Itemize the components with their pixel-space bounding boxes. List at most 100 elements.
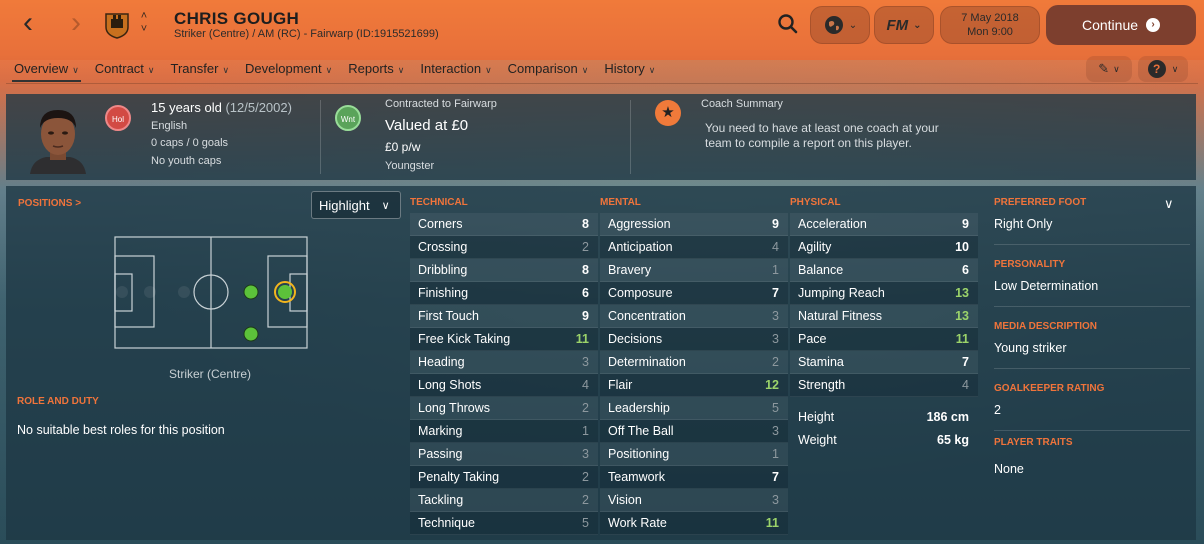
fm-menu-button[interactable]: FM ⌄: [874, 6, 934, 44]
attribute-name: Marking: [418, 424, 463, 438]
attribute-row[interactable]: Determination 2: [600, 351, 788, 374]
attribute-name: Dribbling: [418, 263, 468, 277]
chevron-down-icon[interactable]: ˅: [137, 23, 151, 36]
age: 15 years old: [151, 100, 222, 115]
attribute-row[interactable]: Finishing 6: [410, 282, 598, 305]
tab-history[interactable]: History ∨: [596, 56, 663, 84]
attribute-name: Pace: [798, 332, 827, 346]
attribute-row[interactable]: Technique 5: [410, 512, 598, 535]
help-menu-button[interactable]: ? ∨: [1138, 56, 1188, 82]
attribute-name: Finishing: [418, 286, 469, 300]
coach-summary-title: Coach Summary: [701, 98, 783, 110]
attribute-row[interactable]: Work Rate 11: [600, 512, 788, 535]
world-menu-button[interactable]: ⌄: [810, 6, 870, 44]
attribute-name: Jumping Reach: [798, 286, 885, 300]
chevron-up-icon[interactable]: ˄: [137, 10, 151, 23]
attribute-row[interactable]: Dribbling 8: [410, 259, 598, 282]
tab-reports[interactable]: Reports ∨: [340, 56, 412, 84]
attribute-value: 1: [582, 424, 589, 438]
attribute-row[interactable]: Free Kick Taking 11: [410, 328, 598, 351]
tab-comparison[interactable]: Comparison ∨: [500, 56, 597, 84]
tab-label: History: [604, 61, 645, 76]
player-avatar[interactable]: [26, 102, 90, 174]
attribute-value: 11: [765, 516, 779, 530]
chevron-down-icon: ∨: [325, 65, 333, 75]
attribute-row[interactable]: Off The Ball 3: [600, 420, 788, 443]
attribute-row[interactable]: Teamwork 7: [600, 466, 788, 489]
divider: [320, 100, 321, 174]
attribute-value: 13: [955, 286, 969, 300]
attribute-row[interactable]: Long Throws 2: [410, 397, 598, 420]
attribute-row[interactable]: Composure 7: [600, 282, 788, 305]
attribute-row[interactable]: Acceleration 9: [790, 213, 978, 236]
attribute-row[interactable]: Marking 1: [410, 420, 598, 443]
tab-interaction[interactable]: Interaction ∨: [412, 56, 499, 84]
transfer-status-badge[interactable]: Wnt: [335, 105, 361, 131]
player-switch-arrows[interactable]: ˄ ˅: [137, 10, 151, 40]
attribute-row[interactable]: Pace 11: [790, 328, 978, 351]
attribute-row[interactable]: Anticipation 4: [600, 236, 788, 259]
tab-contract[interactable]: Contract ∨: [87, 56, 163, 84]
coach-summary-text: You need to have at least one coach at y…: [705, 121, 939, 135]
time-line: Mon 9:00: [967, 26, 1013, 38]
attribute-value: 2: [772, 355, 779, 369]
attribute-row[interactable]: Stamina 7: [790, 351, 978, 374]
attribute-row[interactable]: Bravery 1: [600, 259, 788, 282]
weight-value: 65 kg: [937, 432, 969, 447]
back-arrow-icon[interactable]: ‹: [14, 8, 42, 38]
club-crest-icon[interactable]: [104, 11, 130, 39]
attribute-row[interactable]: Concentration 3: [600, 305, 788, 328]
tab-overview[interactable]: Overview ∨: [6, 56, 87, 84]
media-label: MEDIA DESCRIPTION: [994, 321, 1097, 332]
chevron-down-icon: ∨: [581, 65, 589, 75]
search-icon[interactable]: [774, 10, 802, 38]
attribute-row[interactable]: Balance 6: [790, 259, 978, 282]
attribute-row[interactable]: First Touch 9: [410, 305, 598, 328]
attribute-row[interactable]: Corners 8: [410, 213, 598, 236]
attribute-value: 6: [962, 263, 969, 277]
attribute-row[interactable]: Heading 3: [410, 351, 598, 374]
player-traits-value: None: [994, 462, 1024, 476]
attribute-row[interactable]: Passing 3: [410, 443, 598, 466]
help-icon: ?: [1147, 60, 1166, 78]
attribute-row[interactable]: Decisions 3: [600, 328, 788, 351]
attribute-name: Off The Ball: [608, 424, 674, 438]
happiness-badge[interactable]: Hol: [105, 105, 131, 131]
attribute-row[interactable]: Agility 10: [790, 236, 978, 259]
attribute-name: Positioning: [608, 447, 670, 461]
attribute-row[interactable]: Aggression 9: [600, 213, 788, 236]
attribute-name: First Touch: [418, 309, 479, 323]
weight-label: Weight: [798, 432, 837, 447]
attribute-row[interactable]: Flair 12: [600, 374, 788, 397]
attribute-name: Free Kick Taking: [418, 332, 511, 346]
attribute-row[interactable]: Leadership 5: [600, 397, 788, 420]
attribute-row[interactable]: Penalty Taking 2: [410, 466, 598, 489]
player-subtitle: Striker (Centre) / AM (RC) - Fairwarp (I…: [174, 28, 439, 40]
attribute-value: 2: [582, 240, 589, 254]
attribute-name: Flair: [608, 378, 633, 392]
chevron-down-icon: ∨: [1113, 63, 1120, 74]
date-display[interactable]: 7 May 2018 Mon 9:00: [940, 6, 1040, 44]
tab-transfer[interactable]: Transfer ∨: [163, 56, 238, 84]
attribute-row[interactable]: Positioning 1: [600, 443, 788, 466]
chevron-down-icon[interactable]: ∨: [1164, 196, 1174, 212]
attribute-row[interactable]: Long Shots 4: [410, 374, 598, 397]
weight-row: Weight 65 kg: [790, 428, 978, 451]
tab-development[interactable]: Development ∨: [237, 56, 340, 84]
attribute-value: 9: [962, 217, 969, 231]
player-traits-label: PLAYER TRAITS: [994, 437, 1073, 448]
attribute-row[interactable]: Vision 3: [600, 489, 788, 512]
forward-arrow-icon[interactable]: ›: [62, 8, 90, 38]
edit-menu-button[interactable]: ✎ ∨: [1086, 56, 1132, 82]
attribute-value: 7: [962, 355, 969, 369]
highlight-dropdown[interactable]: Highlight ∨: [311, 191, 401, 219]
attribute-row[interactable]: Crossing 2: [410, 236, 598, 259]
attribute-row[interactable]: Strength 4: [790, 374, 978, 397]
attribute-row[interactable]: Tackling 2: [410, 489, 598, 512]
positions-title[interactable]: POSITIONS >: [18, 198, 81, 209]
chevron-down-icon: ∨: [72, 65, 79, 75]
main-panel: POSITIONS > Highlight ∨ Striker (Centre)…: [6, 186, 1196, 540]
continue-button[interactable]: Continue ›: [1046, 5, 1196, 45]
attribute-row[interactable]: Jumping Reach 13: [790, 282, 978, 305]
attribute-row[interactable]: Natural Fitness 13: [790, 305, 978, 328]
